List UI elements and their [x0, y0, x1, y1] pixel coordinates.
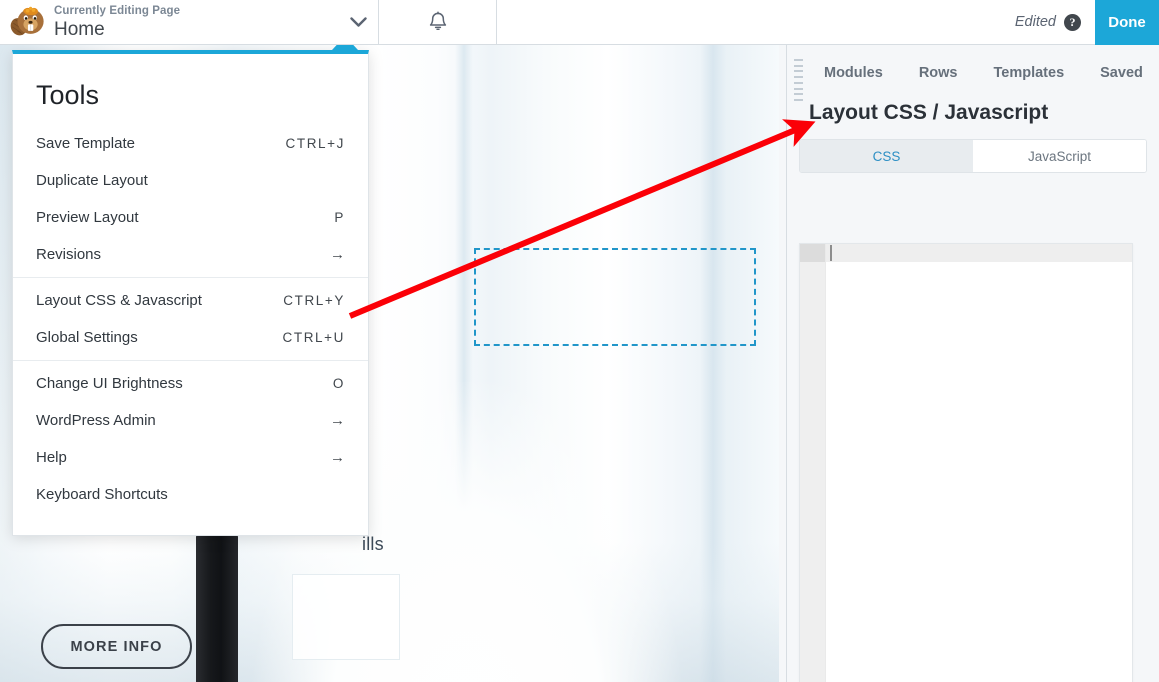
tools-menu: Tools Save Template CTRL+J Duplicate Layou…	[12, 50, 369, 536]
menu-item-help[interactable]: Help →	[13, 439, 368, 476]
photo-shirt-pocket	[292, 574, 400, 660]
content-panel: Modules Rows Templates Saved Layout CSS / J…	[786, 45, 1159, 682]
top-bar-actions: Edited ? Done	[1014, 0, 1159, 45]
notifications-button[interactable]	[379, 0, 497, 44]
submenu-arrow-icon: →	[330, 449, 345, 466]
menu-item-keyboard-shortcuts[interactable]: Keyboard Shortcuts	[13, 476, 368, 513]
menu-item-revisions[interactable]: Revisions →	[13, 236, 368, 273]
editor-active-gutter-line	[800, 244, 825, 262]
menu-item-global-settings[interactable]: Global Settings CTRL+U	[13, 319, 368, 356]
menu-item-layout-css-javascript[interactable]: Layout CSS & Javascript CTRL+Y	[13, 282, 368, 319]
beaver-builder-editor: ills MORE INFO Currently Editing Page Ho…	[0, 0, 1159, 682]
menu-item-label: Change UI Brightness	[36, 375, 183, 392]
tools-menu-group: Layout CSS & Javascript CTRL+Y Global Sett…	[13, 277, 368, 360]
menu-item-wordpress-admin[interactable]: WordPress Admin →	[13, 402, 368, 439]
panel-heading: Layout CSS / Javascript	[809, 101, 1049, 124]
photo-necktie	[196, 534, 238, 682]
edited-status: Edited	[1014, 14, 1056, 30]
tab-templates[interactable]: Templates	[975, 65, 1082, 81]
menu-item-label: WordPress Admin	[36, 412, 156, 429]
code-tab-bar: CSS JavaScript	[799, 139, 1147, 173]
tools-menu-group: Change UI Brightness O WordPress Admin → Hel…	[13, 360, 368, 517]
menu-item-preview-layout[interactable]: Preview Layout P	[13, 199, 368, 236]
code-editor[interactable]	[799, 243, 1133, 682]
currently-editing-label: Currently Editing Page	[54, 4, 181, 17]
bell-icon	[429, 11, 446, 30]
page-title: Home	[54, 18, 105, 40]
editor-top-bar: Currently Editing Page Home Edited ? Don…	[0, 0, 1159, 45]
menu-item-shortcut: CTRL+U	[282, 330, 345, 345]
chevron-down-icon[interactable]	[338, 16, 378, 28]
editor-line-gutter	[800, 244, 826, 682]
tools-menu-title: Tools	[36, 80, 100, 110]
menu-item-shortcut: CTRL+Y	[283, 293, 345, 308]
beaver-logo-icon	[10, 6, 44, 36]
more-info-button[interactable]: MORE INFO	[41, 624, 192, 669]
editor-text-area[interactable]	[826, 244, 1132, 682]
menu-item-shortcut: P	[334, 210, 345, 225]
tab-rows[interactable]: Rows	[901, 65, 976, 81]
currently-editing-page-dropdown[interactable]: Currently Editing Page Home	[0, 0, 379, 44]
menu-item-label: Global Settings	[36, 329, 138, 346]
menu-item-shortcut: CTRL+J	[285, 136, 345, 151]
drag-handle-icon[interactable]	[794, 59, 803, 101]
menu-item-shortcut: O	[332, 376, 345, 391]
tools-menu-groups: Save Template CTRL+J Duplicate Layout Previ…	[13, 121, 368, 517]
submenu-arrow-icon: →	[330, 246, 345, 263]
menu-item-label: Layout CSS & Javascript	[36, 292, 202, 309]
editor-caret	[830, 245, 832, 261]
menu-item-duplicate-layout[interactable]: Duplicate Layout	[13, 162, 368, 199]
top-bar-spacer	[497, 0, 1015, 44]
done-button[interactable]: Done	[1095, 0, 1159, 45]
editor-active-line	[826, 244, 1132, 262]
tools-menu-group: Save Template CTRL+J Duplicate Layout Previ…	[13, 121, 368, 277]
code-tab-css[interactable]: CSS	[800, 140, 973, 172]
menu-item-label: Revisions	[36, 246, 102, 263]
menu-item-label: Keyboard Shortcuts	[36, 486, 168, 503]
menu-item-save-template[interactable]: Save Template CTRL+J	[13, 125, 368, 162]
menu-item-label: Preview Layout	[36, 209, 139, 226]
tab-saved[interactable]: Saved	[1082, 65, 1159, 81]
panel-tab-bar: Modules Rows Templates Saved	[787, 45, 1159, 101]
submenu-arrow-icon: →	[330, 412, 345, 429]
menu-item-change-ui-brightness[interactable]: Change UI Brightness O	[13, 365, 368, 402]
menu-item-label: Duplicate Layout	[36, 172, 148, 189]
menu-item-label: Help	[36, 449, 67, 466]
question-mark-icon[interactable]: ?	[1064, 13, 1081, 31]
tab-modules[interactable]: Modules	[824, 65, 901, 81]
heading-partial-text: ills	[362, 534, 384, 554]
code-tab-javascript[interactable]: JavaScript	[973, 140, 1146, 172]
row-drop-zone[interactable]	[474, 248, 756, 346]
menu-item-label: Save Template	[36, 135, 135, 152]
